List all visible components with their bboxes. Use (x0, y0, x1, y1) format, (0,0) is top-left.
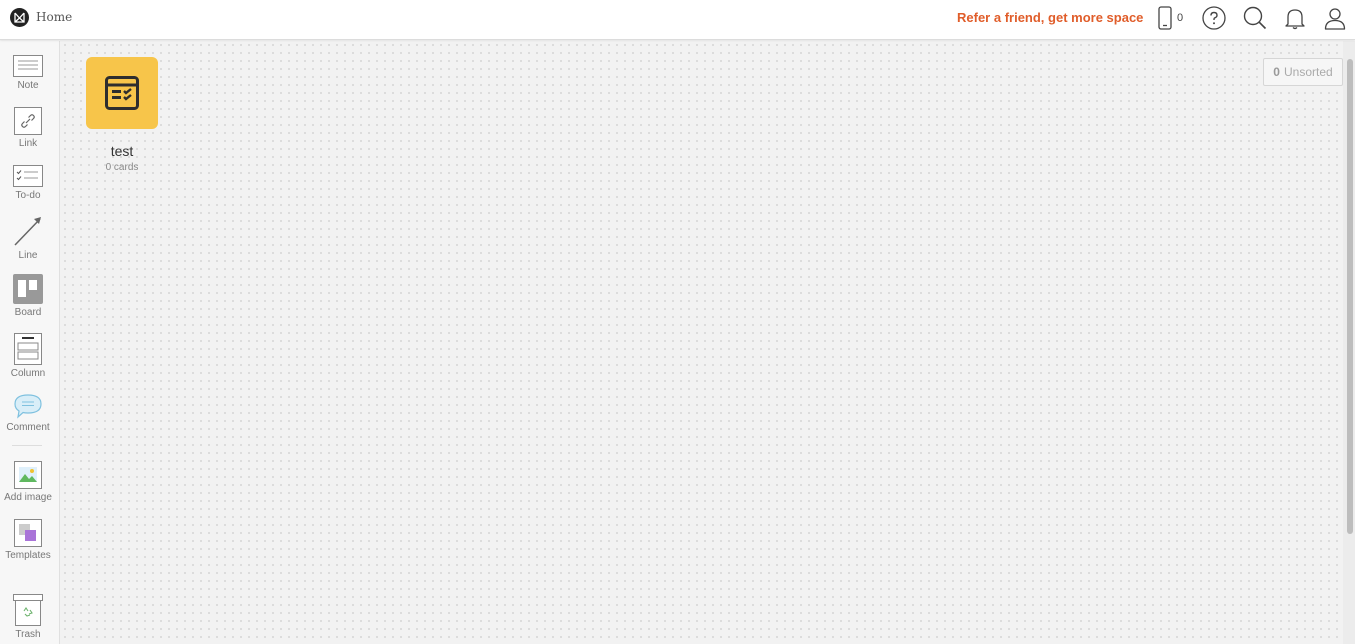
link-icon (13, 107, 43, 135)
line-icon (13, 215, 43, 247)
tool-link[interactable]: Link (0, 107, 56, 149)
unsorted-button[interactable]: 0 Unsorted (1263, 58, 1343, 86)
toolbar-divider (12, 445, 42, 446)
column-icon (13, 333, 43, 365)
comment-icon (13, 393, 43, 419)
tool-column[interactable]: Column (0, 333, 56, 379)
phone-icon[interactable] (1152, 4, 1178, 32)
tool-label: To-do (15, 190, 41, 201)
tool-add-image[interactable]: Add image (0, 461, 56, 503)
board-card-test[interactable]: test 0 cards (86, 57, 158, 173)
trash-icon (13, 594, 43, 626)
tool-label: Line (18, 250, 38, 261)
board-canvas[interactable]: test 0 cards (61, 41, 1343, 644)
tool-line[interactable]: Line (0, 215, 56, 261)
logo-icon[interactable] (10, 8, 29, 27)
board-card-count: 0 cards (105, 162, 139, 173)
tool-templates[interactable]: Templates (0, 519, 56, 561)
tool-label: Add image (4, 492, 52, 503)
tool-trash[interactable]: Trash (0, 594, 56, 640)
board-title[interactable]: test (86, 143, 158, 159)
top-bar: Home Refer a friend, get more space 0 (0, 0, 1355, 40)
vertical-scrollbar[interactable] (1343, 41, 1355, 644)
note-icon (13, 55, 43, 77)
tool-label: Column (10, 368, 46, 379)
tool-label: Trash (15, 629, 41, 640)
breadcrumb-home[interactable]: Home (36, 10, 72, 24)
board-tile[interactable] (86, 57, 158, 129)
unsorted-label: Unsorted (1283, 65, 1333, 79)
tool-label: Note (17, 80, 39, 91)
tool-label: Comment (6, 422, 50, 433)
tool-comment[interactable]: Comment (0, 393, 56, 433)
templates-icon (13, 519, 43, 547)
user-icon[interactable] (1322, 4, 1348, 32)
todo-icon (13, 165, 43, 187)
board-icon (105, 76, 139, 110)
device-count: 0 (1177, 12, 1184, 24)
unsorted-count: 0 (1273, 65, 1280, 79)
tool-label: Link (18, 138, 38, 149)
tool-note[interactable]: Note (0, 55, 56, 91)
board-icon (13, 274, 43, 304)
bell-icon[interactable] (1282, 4, 1308, 32)
image-icon (13, 461, 43, 489)
scrollbar-thumb[interactable] (1347, 59, 1353, 534)
tool-todo[interactable]: To-do (0, 165, 56, 201)
tool-label: Board (14, 307, 42, 318)
tool-label: Templates (5, 550, 51, 561)
tool-board[interactable]: Board (0, 274, 56, 318)
help-icon[interactable] (1201, 4, 1227, 32)
search-icon[interactable] (1242, 4, 1268, 32)
tool-sidebar: Note Link To-do Line Board Column Commen… (0, 41, 60, 644)
refer-friend-link[interactable]: Refer a friend, get more space (957, 10, 1143, 25)
